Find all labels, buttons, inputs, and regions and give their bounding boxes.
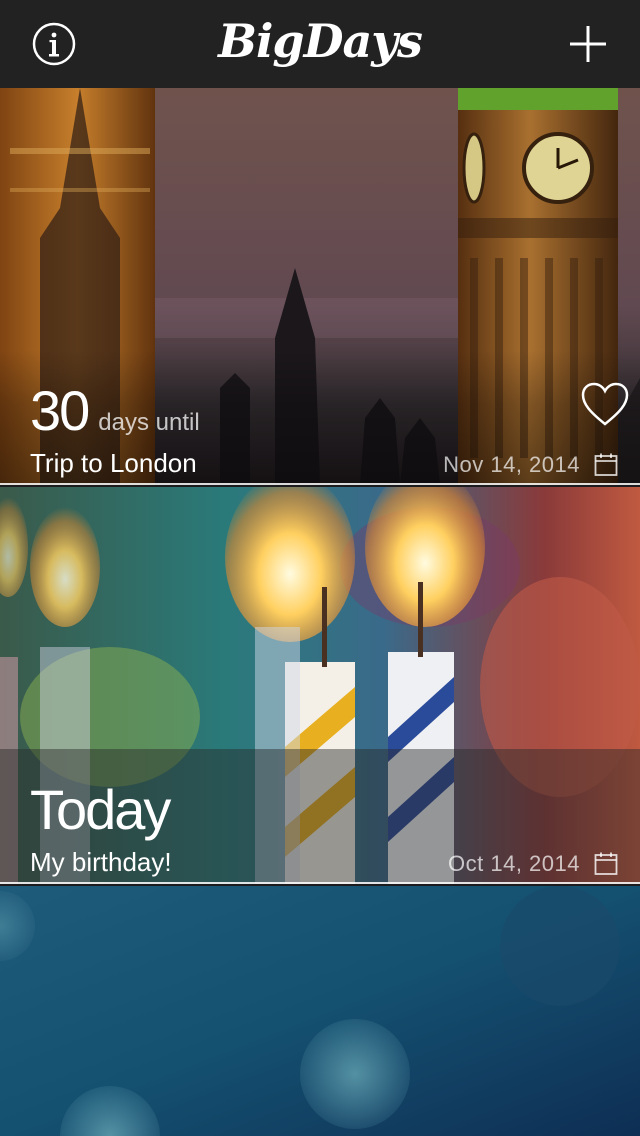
event-title: My birthday! [30, 847, 172, 877]
calendar-icon[interactable] [594, 852, 618, 876]
countdown-number: Today [30, 778, 171, 841]
event-date-row: Nov 14, 2014 [443, 452, 618, 478]
countdown-unit: days until [98, 409, 200, 436]
calendar-icon[interactable] [594, 453, 618, 477]
countdown: Today [30, 777, 179, 842]
event-date-row: Oct 14, 2014 [448, 851, 618, 877]
event-card-birthday[interactable]: Today My birthday! Oct 14, 2014 [0, 487, 640, 884]
event-card-next[interactable] [0, 886, 640, 1136]
add-event-button[interactable] [562, 18, 614, 70]
countdown-number: 30 [30, 379, 90, 442]
event-date: Oct 14, 2014 [448, 851, 580, 876]
app-header: BigDays [0, 0, 640, 88]
app-logo: BigDays [218, 14, 423, 68]
heart-outline-icon[interactable] [580, 382, 630, 428]
event-title: Trip to London [30, 448, 197, 478]
event-card-london[interactable]: 30 days until Trip to London Nov 14, 201… [0, 88, 640, 485]
plus-icon [570, 26, 606, 62]
bokeh-photo [0, 886, 640, 1136]
countdown: 30 days until [30, 378, 200, 443]
event-date: Nov 14, 2014 [443, 452, 580, 477]
